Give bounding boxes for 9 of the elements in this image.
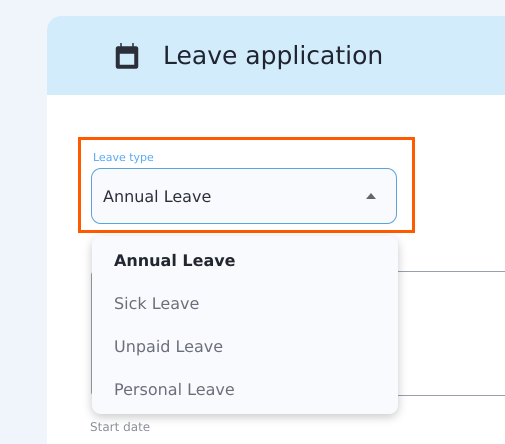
menu-option[interactable]: Unpaid Leave xyxy=(92,325,398,368)
field-label: Start date xyxy=(90,420,150,434)
menu-option[interactable]: Annual Leave xyxy=(92,239,398,282)
calendar-icon xyxy=(115,42,139,70)
menu-option[interactable]: Personal Leave xyxy=(92,368,398,411)
menu-option[interactable]: Sick Leave xyxy=(92,282,398,325)
leave-type-select[interactable]: Annual Leave xyxy=(91,168,397,224)
card-title: Leave application xyxy=(163,41,384,70)
field-label: Leave type xyxy=(93,151,154,164)
